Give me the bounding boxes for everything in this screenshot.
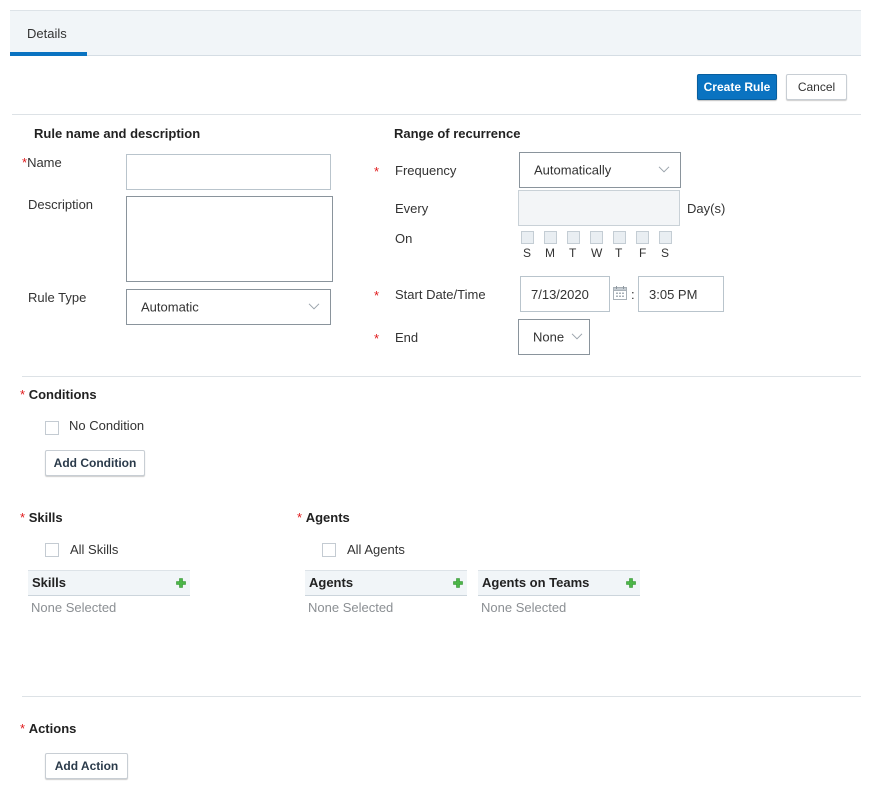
- divider: [22, 376, 861, 377]
- required-marker: *: [20, 387, 26, 402]
- day-label: T: [615, 246, 623, 260]
- divider: [12, 114, 861, 115]
- skills-empty-text: None Selected: [31, 600, 117, 615]
- description-label: Description: [28, 197, 94, 212]
- every-input[interactable]: [518, 190, 680, 226]
- tab-bar: Details: [10, 10, 861, 56]
- end-label: End: [395, 330, 419, 345]
- tab-details[interactable]: Details: [10, 11, 87, 56]
- time-separator: :: [631, 287, 635, 302]
- all-skills-checkbox[interactable]: [45, 543, 59, 557]
- frequency-label: Frequency: [395, 163, 457, 178]
- skills-heading-group: * Skills: [20, 510, 63, 525]
- day-label: T: [569, 246, 577, 260]
- all-skills-label: All Skills: [70, 542, 119, 557]
- required-marker: *: [20, 510, 26, 525]
- day-checkbox-tuesday[interactable]: [567, 231, 580, 244]
- add-skill-plus-icon[interactable]: [176, 578, 186, 588]
- teams-list-header: Agents on Teams: [478, 570, 640, 596]
- add-action-button[interactable]: Add Action: [45, 753, 128, 779]
- start-time-input[interactable]: [638, 276, 724, 312]
- day-label: W: [591, 246, 603, 260]
- every-unit-label: Day(s): [687, 201, 726, 216]
- chevron-down-icon: [658, 166, 670, 173]
- day-checkbox-saturday[interactable]: [659, 231, 672, 244]
- skills-list-header: Skills: [28, 570, 190, 596]
- name-label-group: *Name: [22, 155, 62, 170]
- no-condition-checkbox[interactable]: [45, 421, 59, 435]
- frequency-select[interactable]: Automatically: [519, 152, 681, 188]
- add-agent-plus-icon[interactable]: [453, 578, 463, 588]
- skills-heading: Skills: [28, 510, 63, 525]
- divider: [22, 696, 861, 697]
- end-value: None: [533, 329, 565, 345]
- required-marker: *: [20, 721, 26, 736]
- day-picker: S M T W T F S: [519, 231, 679, 261]
- rule-section-heading: Rule name and description: [34, 126, 201, 141]
- start-datetime-label: Start Date/Time: [395, 287, 486, 302]
- every-label: Every: [395, 201, 429, 216]
- required-marker: *: [374, 331, 380, 346]
- create-rule-button[interactable]: Create Rule: [697, 74, 777, 100]
- all-agents-checkbox[interactable]: [322, 543, 336, 557]
- day-checkbox-wednesday[interactable]: [590, 231, 603, 244]
- teams-list-title: Agents on Teams: [482, 575, 590, 590]
- add-condition-button[interactable]: Add Condition: [45, 450, 145, 476]
- required-marker: *: [374, 164, 380, 179]
- rule-type-select[interactable]: Automatic: [126, 289, 331, 325]
- day-label: F: [639, 246, 647, 260]
- name-label: Name: [27, 155, 62, 170]
- chevron-down-icon: [308, 303, 320, 310]
- agents-empty-text: None Selected: [308, 600, 394, 615]
- teams-empty-text: None Selected: [481, 600, 567, 615]
- day-checkbox-thursday[interactable]: [613, 231, 626, 244]
- day-checkbox-friday[interactable]: [636, 231, 649, 244]
- start-date-input[interactable]: [520, 276, 610, 312]
- actions-heading: Actions: [28, 721, 77, 736]
- end-select[interactable]: None: [518, 319, 590, 355]
- day-checkbox-monday[interactable]: [544, 231, 557, 244]
- agents-list-title: Agents: [309, 575, 354, 590]
- rule-type-label: Rule Type: [28, 290, 87, 305]
- agents-heading-group: * Agents: [297, 510, 350, 525]
- day-label: S: [661, 246, 670, 260]
- frequency-value: Automatically: [534, 162, 612, 178]
- day-label: M: [545, 246, 555, 260]
- conditions-heading-group: * Conditions: [20, 387, 97, 402]
- no-condition-label: No Condition: [69, 418, 145, 433]
- add-team-plus-icon[interactable]: [626, 578, 636, 588]
- calendar-icon[interactable]: [612, 285, 628, 301]
- recurrence-heading: Range of recurrence: [394, 126, 521, 141]
- description-textarea[interactable]: [126, 196, 333, 282]
- cancel-button[interactable]: Cancel: [786, 74, 847, 100]
- on-label: On: [395, 231, 413, 246]
- agents-heading: Agents: [305, 510, 350, 525]
- required-marker: *: [374, 288, 380, 303]
- all-agents-label: All Agents: [347, 542, 405, 557]
- name-input[interactable]: [126, 154, 331, 190]
- actions-heading-group: * Actions: [20, 721, 76, 736]
- day-checkbox-sunday[interactable]: [521, 231, 534, 244]
- required-marker: *: [297, 510, 303, 525]
- rule-type-value: Automatic: [141, 299, 199, 315]
- conditions-heading: Conditions: [28, 387, 97, 402]
- agents-list-header: Agents: [305, 570, 467, 596]
- skills-list-title: Skills: [32, 575, 66, 590]
- chevron-down-icon: [571, 333, 583, 340]
- day-label: S: [523, 246, 532, 260]
